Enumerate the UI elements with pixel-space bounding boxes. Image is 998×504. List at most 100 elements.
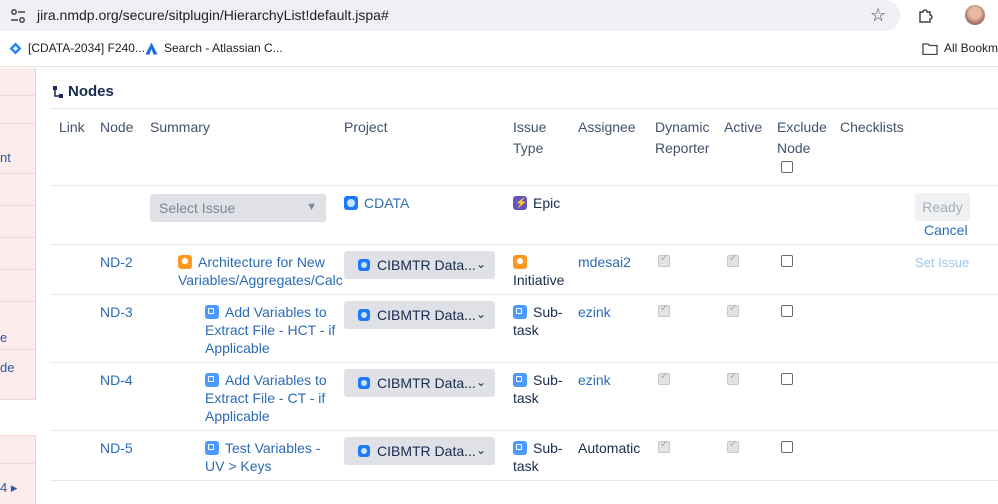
bookmarks-bar: [CDATA-2034] F240... Search - Atlassian …	[0, 33, 998, 67]
project-icon	[358, 445, 370, 457]
issue-type-cell: Sub-task	[513, 304, 563, 338]
sidebar-item[interactable]	[0, 238, 36, 270]
sidebar-item-label: de	[0, 360, 15, 375]
project-link[interactable]: CDATA	[364, 195, 409, 211]
sidebar-item-label: e	[0, 330, 8, 345]
all-bookmarks-label: All Bookmarks	[944, 41, 998, 55]
browser-toolbar: jira.nmdp.org/secure/sitplugin/Hierarchy…	[0, 0, 998, 33]
exclude-all-checkbox[interactable]	[781, 161, 793, 173]
node-link[interactable]: ND-2	[100, 253, 133, 271]
node-link[interactable]: ND-5	[100, 439, 133, 457]
select-issue-dropdown[interactable]: Select Issue ▼	[150, 194, 326, 222]
assignee-link[interactable]: mdesai2	[578, 253, 631, 271]
divider	[50, 430, 998, 431]
project-select[interactable]: CIBMTR Data... ⌄	[344, 369, 495, 397]
divider	[50, 362, 998, 363]
dynamic-reporter-checkbox[interactable]	[658, 303, 670, 317]
node-link[interactable]: ND-3	[100, 303, 133, 321]
column-header-assignee: Assignee	[578, 119, 636, 135]
set-issue-link[interactable]: Set Issue	[915, 255, 969, 270]
new-row-issue-type: Epic	[513, 194, 560, 213]
left-sidebar: nt e de 4 ▸	[0, 68, 36, 504]
main-content: Nodes Link Node Summary Project Issue Typ…	[36, 68, 998, 504]
sidebar-page-number[interactable]: 4 ▸	[0, 480, 17, 496]
sidebar-item[interactable]	[0, 96, 36, 124]
ready-button[interactable]: Ready	[915, 193, 970, 221]
new-row-project: CDATA	[344, 194, 409, 212]
sidebar-item[interactable]	[0, 206, 36, 238]
initiative-icon	[513, 255, 527, 269]
hierarchy-icon	[53, 85, 63, 98]
sidebar-item-label: nt	[0, 150, 11, 165]
sidebar-item[interactable]	[0, 270, 36, 302]
chevron-down-icon: ▼	[306, 201, 317, 213]
node-link[interactable]: ND-4	[100, 371, 133, 389]
bookmark-label: [CDATA-2034] F240...	[28, 41, 145, 55]
bookmark-atlassian-search[interactable]: Search - Atlassian C...	[145, 41, 283, 55]
dynamic-reporter-checkbox[interactable]	[658, 253, 670, 267]
project-icon	[344, 196, 358, 210]
dynamic-reporter-checkbox[interactable]	[658, 439, 670, 453]
divider	[50, 480, 998, 481]
chevron-down-icon: ⌄	[475, 443, 486, 457]
jira-diamond-icon	[9, 42, 22, 54]
atlassian-icon	[145, 42, 158, 54]
subtask-icon	[205, 305, 219, 319]
project-select[interactable]: CIBMTR Data... ⌄	[344, 301, 495, 329]
bookmark-label: Search - Atlassian C...	[164, 41, 283, 55]
nodes-panel-title: Nodes	[52, 83, 114, 100]
nodes-title-text: Nodes	[68, 83, 114, 100]
active-checkbox[interactable]	[727, 371, 739, 385]
issue-type-cell: Initiative	[513, 253, 564, 289]
summary-cell: Architecture for New Variables/Aggregates…	[178, 254, 343, 288]
sidebar-item[interactable]: e	[0, 302, 36, 350]
dynamic-reporter-checkbox[interactable]	[658, 371, 670, 385]
url-text[interactable]: jira.nmdp.org/secure/sitplugin/Hierarchy…	[37, 7, 389, 23]
folder-icon	[922, 42, 938, 55]
extensions-icon[interactable]	[917, 6, 935, 24]
column-header-summary: Summary	[150, 119, 210, 135]
sidebar-item[interactable]	[0, 436, 36, 464]
subtask-icon	[205, 373, 219, 387]
column-header-active: Active	[724, 119, 763, 135]
epic-icon	[513, 195, 527, 213]
sidebar-item-selected[interactable]	[0, 400, 36, 436]
column-header-project: Project	[344, 119, 388, 135]
bookmark-cdata[interactable]: [CDATA-2034] F240...	[9, 41, 145, 55]
initiative-icon	[178, 255, 192, 269]
project-select[interactable]: CIBMTR Data... ⌄	[344, 437, 495, 465]
exclude-node-checkbox[interactable]	[781, 305, 793, 317]
summary-cell: Add Variables to Extract File - CT - if Ap…	[205, 372, 327, 424]
sidebar-pager[interactable]: 4 ▸	[0, 464, 36, 504]
sidebar-item[interactable]: nt	[0, 124, 36, 174]
divider	[50, 185, 998, 186]
summary-cell: Add Variables to Extract File - HCT - if A…	[205, 304, 336, 356]
site-settings-icon[interactable]	[10, 8, 26, 24]
active-checkbox[interactable]	[727, 303, 739, 317]
active-checkbox[interactable]	[727, 439, 739, 453]
sidebar-item[interactable]	[0, 68, 36, 96]
bookmark-star-icon[interactable]: ☆	[870, 6, 886, 24]
column-header-dynamic-reporter: Dynamic Reporter	[655, 119, 710, 156]
exclude-node-checkbox[interactable]	[781, 255, 793, 267]
column-header-exclude-node: Exclude Node	[777, 119, 827, 156]
sidebar-item[interactable]: de	[0, 350, 36, 400]
all-bookmarks[interactable]: All Bookmarks	[922, 41, 998, 55]
divider	[50, 294, 998, 295]
assignee-link[interactable]: ezink	[578, 303, 611, 321]
exclude-node-checkbox[interactable]	[781, 373, 793, 385]
subtask-icon	[513, 305, 527, 319]
column-header-link: Link	[59, 119, 85, 135]
project-icon	[358, 377, 370, 389]
exclude-node-checkbox[interactable]	[781, 441, 793, 453]
address-bar[interactable]: jira.nmdp.org/secure/sitplugin/Hierarchy…	[0, 0, 900, 31]
cancel-link[interactable]: Cancel	[924, 222, 968, 238]
profile-avatar[interactable]	[965, 5, 985, 25]
sidebar-item[interactable]	[0, 174, 36, 206]
project-select[interactable]: CIBMTR Data... ⌄	[344, 251, 495, 279]
subtask-icon	[513, 441, 527, 455]
active-checkbox[interactable]	[727, 253, 739, 267]
chevron-down-icon: ⌄	[475, 375, 486, 389]
chevron-down-icon: ⌄	[475, 257, 486, 271]
assignee-link[interactable]: ezink	[578, 371, 611, 389]
